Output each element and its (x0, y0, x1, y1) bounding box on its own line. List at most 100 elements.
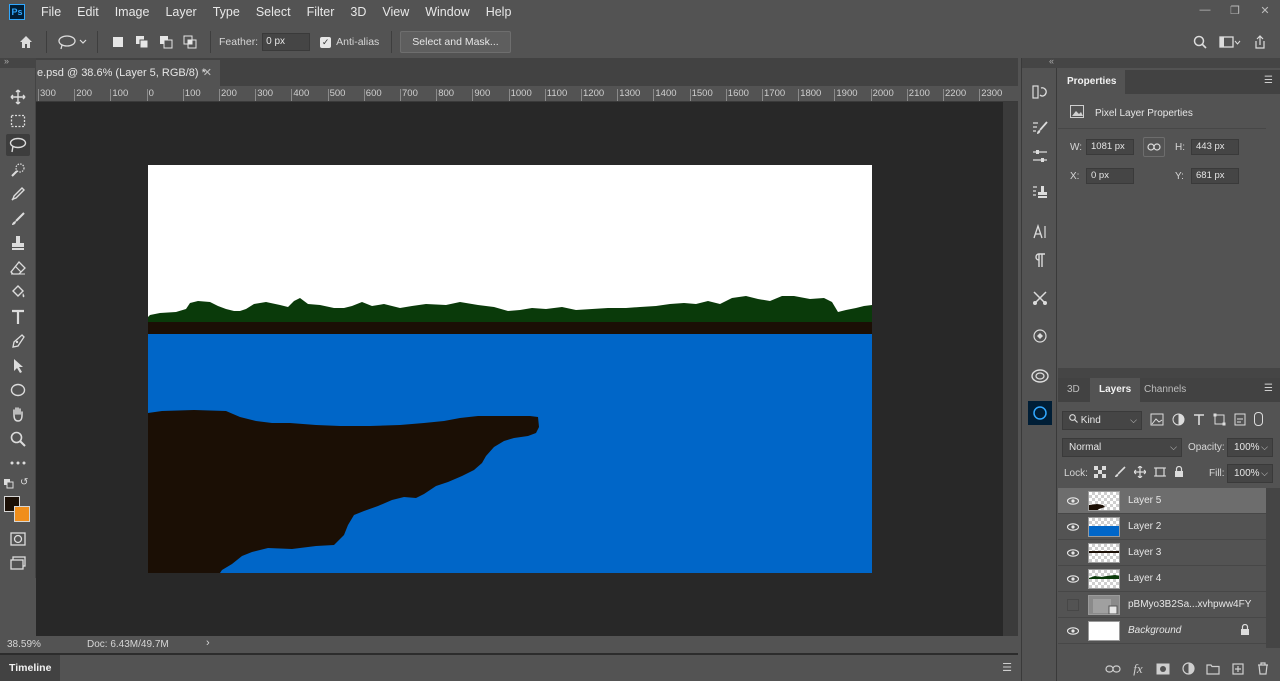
new-layer-icon[interactable] (1229, 660, 1247, 678)
tool-presets-icon[interactable] (1028, 286, 1052, 310)
delete-layer-icon[interactable] (1254, 660, 1272, 678)
clone-source-icon[interactable] (1028, 180, 1052, 204)
eye-icon[interactable] (1066, 546, 1080, 560)
height-field[interactable]: 443 px (1191, 139, 1239, 155)
timeline-tab[interactable]: Timeline (0, 655, 61, 681)
filter-adjustment-icon[interactable] (1172, 413, 1185, 429)
menu-3d[interactable]: 3D (342, 0, 374, 24)
more-tools-icon[interactable] (6, 452, 30, 474)
layer-row[interactable]: Layer 4 (1058, 566, 1266, 592)
libraries-icon[interactable] (1028, 364, 1052, 388)
tab-properties[interactable]: Properties (1058, 70, 1126, 94)
quick-selection-tool-icon[interactable] (6, 159, 30, 181)
hand-tool-icon[interactable] (6, 403, 30, 425)
close-tab-icon[interactable]: ✕ (203, 60, 212, 86)
pen-tool-icon[interactable] (6, 330, 30, 352)
feather-input[interactable]: 0 px (262, 33, 311, 51)
add-selection-icon[interactable] (130, 30, 154, 54)
filter-pixel-icon[interactable] (1150, 413, 1164, 429)
lock-all-icon[interactable] (1174, 465, 1184, 481)
paragraph-icon[interactable] (1028, 248, 1052, 272)
add-mask-icon[interactable] (1154, 660, 1172, 678)
new-group-icon[interactable] (1204, 660, 1222, 678)
eye-icon[interactable] (1066, 520, 1080, 534)
minimize-icon[interactable]: — (1190, 0, 1220, 20)
paint-bucket-tool-icon[interactable] (6, 281, 30, 303)
filter-toggle-icon[interactable] (1254, 412, 1263, 426)
history-icon[interactable] (1028, 80, 1052, 104)
link-icon[interactable] (1143, 137, 1165, 157)
marquee-tool-icon[interactable] (6, 110, 30, 132)
navigator-icon[interactable] (1028, 324, 1052, 348)
zoom-tool-icon[interactable] (6, 428, 30, 450)
eye-icon[interactable] (1066, 572, 1080, 586)
tab-layers[interactable]: Layers (1090, 378, 1141, 402)
menu-select[interactable]: Select (248, 0, 299, 24)
menu-layer[interactable]: Layer (157, 0, 204, 24)
lock-artboard-icon[interactable] (1154, 466, 1166, 481)
home-icon[interactable] (14, 30, 38, 54)
new-selection-icon[interactable] (106, 30, 130, 54)
eyedropper-tool-icon[interactable] (6, 183, 30, 205)
ellipse-tool-icon[interactable] (6, 379, 30, 401)
x-field[interactable]: 0 px (1086, 168, 1134, 184)
eye-icon[interactable] (1066, 624, 1080, 638)
intersect-selection-icon[interactable] (178, 30, 202, 54)
type-tool-icon[interactable] (6, 306, 30, 328)
close-icon[interactable]: ✕ (1250, 0, 1280, 20)
properties-menu-icon[interactable]: ☰ (1264, 76, 1274, 86)
vertical-scrollbar[interactable] (1003, 102, 1018, 636)
search-icon[interactable] (1188, 30, 1212, 54)
default-colors-icon[interactable] (4, 478, 14, 492)
adjustments-icon[interactable] (1028, 144, 1052, 168)
swap-colors-icon[interactable]: ↺ (20, 477, 28, 488)
layers-menu-icon[interactable]: ☰ (1264, 384, 1274, 394)
restore-icon[interactable]: ❐ (1220, 0, 1250, 20)
brush-tool-icon[interactable] (6, 208, 30, 230)
filter-shape-icon[interactable] (1213, 413, 1226, 429)
quick-mask-icon[interactable] (6, 528, 30, 550)
filter-smart-object-icon[interactable] (1234, 413, 1246, 429)
width-field[interactable]: 1081 px (1086, 139, 1134, 155)
timeline-menu-icon[interactable]: ☰ (1002, 661, 1012, 674)
workspace-icon[interactable] (1218, 30, 1242, 54)
fill-field[interactable]: 100% ⌵ (1227, 464, 1273, 483)
lasso-preset-icon[interactable] (55, 30, 89, 54)
blend-mode-dropdown[interactable]: Normal ⌵ (1062, 438, 1182, 457)
screen-mode-icon[interactable] (6, 552, 30, 574)
new-adjustment-icon[interactable] (1179, 660, 1197, 678)
layer-row[interactable]: pBMyo3B2Sa...xvhpww4FY (1058, 592, 1266, 618)
menu-type[interactable]: Type (205, 0, 248, 24)
fx-icon[interactable]: fx (1129, 660, 1147, 678)
opacity-field[interactable]: 100% ⌵ (1227, 438, 1273, 457)
background-color-swatch[interactable] (14, 506, 30, 522)
link-layers-icon[interactable] (1104, 660, 1122, 678)
menu-edit[interactable]: Edit (69, 0, 107, 24)
menu-image[interactable]: Image (107, 0, 158, 24)
lock-pixels-icon[interactable] (1114, 466, 1126, 481)
panel-header[interactable] (1058, 58, 1280, 68)
layer-row[interactable]: Background (1058, 618, 1266, 644)
tab-channels[interactable]: Channels (1144, 378, 1186, 402)
character-icon[interactable] (1028, 220, 1052, 244)
share-icon[interactable] (1248, 30, 1272, 54)
eye-hidden-icon[interactable] (1067, 599, 1079, 611)
menu-filter[interactable]: Filter (299, 0, 343, 24)
eye-icon[interactable] (1066, 494, 1080, 508)
plugin-icon[interactable] (1028, 401, 1052, 425)
move-tool-icon[interactable] (6, 86, 30, 108)
antialias-checkbox[interactable]: ✓ (320, 36, 332, 48)
lock-transparent-icon[interactable] (1094, 466, 1106, 481)
layers-panel-header[interactable] (1058, 368, 1280, 378)
stamp-tool-icon[interactable] (6, 232, 30, 254)
menu-view[interactable]: View (374, 0, 417, 24)
menu-file[interactable]: File (33, 0, 69, 24)
menu-help[interactable]: Help (478, 0, 520, 24)
layer-row[interactable]: Layer 2 (1058, 514, 1266, 540)
menu-window[interactable]: Window (417, 0, 477, 24)
filter-type-icon[interactable] (1193, 413, 1205, 429)
document-tab[interactable]: e.psd @ 38.6% (Layer 5, RGB/8) * ✕ (36, 60, 220, 86)
tab-3d[interactable]: 3D (1067, 378, 1080, 402)
canvas-area[interactable] (36, 102, 1003, 636)
subtract-selection-icon[interactable] (154, 30, 178, 54)
